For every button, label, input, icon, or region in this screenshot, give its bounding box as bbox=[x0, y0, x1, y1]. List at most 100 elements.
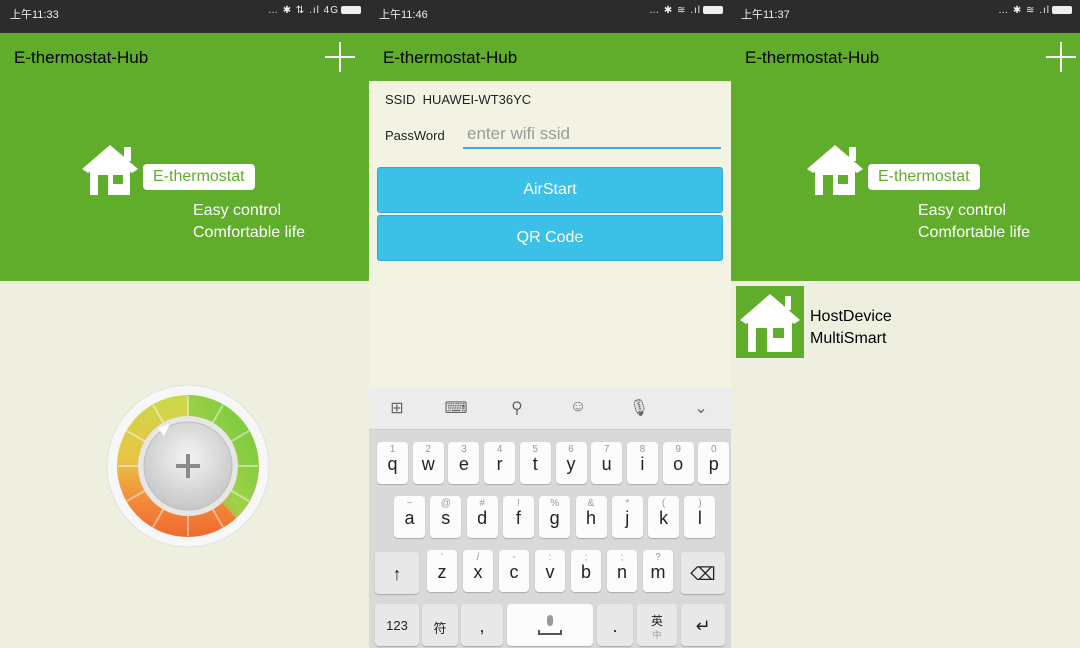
add-device-button[interactable] bbox=[1044, 40, 1078, 74]
comma-key[interactable]: , bbox=[461, 604, 503, 646]
password-label: PassWord bbox=[385, 128, 445, 143]
device-list-item[interactable]: HostDevice MultiSmart bbox=[736, 286, 1076, 358]
key-j[interactable]: * j bbox=[611, 496, 643, 538]
key-v[interactable]: :v bbox=[535, 550, 565, 592]
key-w[interactable]: 2w bbox=[412, 442, 444, 484]
key-r[interactable]: 4r bbox=[484, 442, 516, 484]
key-label: g bbox=[549, 508, 560, 528]
space-key[interactable] bbox=[507, 604, 593, 646]
ssid-row: SSID HUAWEI-WT36YC bbox=[385, 92, 531, 107]
thermostat-dial[interactable] bbox=[106, 384, 270, 548]
period-key-label: . bbox=[612, 616, 618, 636]
microphone-icon[interactable]: 🎙 bbox=[625, 398, 653, 418]
key-g[interactable]: % g bbox=[539, 496, 571, 538]
key-a[interactable]: ~ a bbox=[394, 496, 425, 538]
emoji-icon[interactable]: ☺ bbox=[564, 398, 592, 416]
slogan-line-1: Easy control bbox=[193, 202, 282, 219]
airstart-button[interactable]: AirStart bbox=[377, 167, 723, 213]
battery-icon bbox=[341, 6, 361, 15]
key-label: s bbox=[441, 508, 451, 528]
shift-key[interactable]: ↑ bbox=[375, 552, 419, 594]
key-b[interactable]: ; b bbox=[571, 550, 601, 592]
search-icon[interactable]: ⚲ bbox=[503, 398, 531, 418]
key-label: q bbox=[387, 454, 398, 474]
enter-icon: ↵ bbox=[695, 616, 711, 636]
home-screen: 上午11:33 … ✱ ⇅ .ıl 4G E-thermostat-Hub E-… bbox=[0, 0, 369, 648]
app-title: E-thermostat-Hub bbox=[383, 48, 518, 67]
status-time: 上午11:37 bbox=[741, 9, 790, 21]
status-time: 上午11:46 bbox=[379, 9, 428, 21]
backspace-icon: ⌫ bbox=[690, 564, 716, 584]
slogan-line-2: Comfortable life bbox=[918, 224, 1031, 241]
period-key[interactable]: . bbox=[597, 604, 633, 646]
key-label: d bbox=[477, 508, 488, 528]
enter-key[interactable]: ↵ bbox=[681, 604, 725, 646]
key-t[interactable]: 5t bbox=[519, 442, 551, 484]
language-key[interactable]: 英 中 bbox=[637, 604, 677, 646]
key-label: m bbox=[650, 562, 666, 582]
brand-banner: E-thermostat Easy control Comfortable li… bbox=[731, 81, 1080, 281]
key-o[interactable]: 9o bbox=[662, 442, 694, 484]
status-icons: … ✱ ⇅ .ıl 4G bbox=[268, 5, 361, 16]
add-device-button[interactable] bbox=[323, 40, 357, 74]
qrcode-button[interactable]: QR Code bbox=[377, 215, 723, 261]
signal-icons: … ✱ ≋ .ıl bbox=[649, 5, 701, 16]
key-q[interactable]: 1q bbox=[377, 442, 408, 484]
brand-badge: E-thermostat bbox=[143, 164, 255, 190]
key-i[interactable]: 8i bbox=[626, 442, 658, 484]
key-label: o bbox=[673, 454, 684, 474]
status-bar: 上午11:37 … ✱ ≋ .ıl bbox=[731, 0, 1080, 33]
key-s[interactable]: @ s bbox=[430, 496, 462, 538]
key-k[interactable]: (k bbox=[648, 496, 680, 538]
language-key-label: 英 bbox=[650, 614, 663, 628]
ssid-label: SSID bbox=[385, 92, 416, 107]
grid-menu-icon[interactable]: ⊞ bbox=[383, 398, 411, 418]
key-p[interactable]: 0p bbox=[698, 442, 730, 484]
key-label: l bbox=[697, 508, 702, 528]
numbers-key[interactable]: 123 bbox=[375, 604, 419, 646]
app-bar: E-thermostat-Hub bbox=[369, 33, 731, 81]
key-label: p bbox=[708, 454, 719, 474]
signal-icons: … ✱ ⇅ .ıl 4G bbox=[268, 5, 339, 16]
key-u[interactable]: 7u bbox=[591, 442, 623, 484]
key-label: h bbox=[585, 508, 596, 528]
ssid-value: HUAWEI-WT36YC bbox=[422, 92, 532, 107]
house-device-icon bbox=[736, 286, 804, 358]
key-z[interactable]: ' z bbox=[427, 550, 457, 592]
key-label: u bbox=[601, 454, 612, 474]
key-n[interactable]: ; n bbox=[607, 550, 637, 592]
backspace-key[interactable]: ⌫ bbox=[681, 552, 725, 594]
key-f[interactable]: ! f bbox=[502, 496, 534, 538]
slogan: Easy control Comfortable life bbox=[193, 200, 305, 244]
key-l[interactable]: ) l bbox=[684, 496, 716, 538]
key-m[interactable]: ? m bbox=[643, 550, 673, 592]
key-d[interactable]: # d bbox=[466, 496, 498, 538]
key-e[interactable]: 3e bbox=[448, 442, 480, 484]
device-name-line-1: HostDevice bbox=[810, 308, 892, 325]
keyboard-toolbar: ⊞ ⌨ ⚲ ☺ 🎙 ⌄ bbox=[369, 388, 731, 430]
key-x[interactable]: / x bbox=[463, 550, 493, 592]
key-label: t bbox=[532, 454, 538, 474]
status-bar: 上午11:46 … ✱ ≋ .ıl bbox=[369, 0, 731, 33]
key-c[interactable]: -c bbox=[499, 550, 529, 592]
language-key-sub: 中 bbox=[652, 630, 662, 640]
key-label: f bbox=[515, 508, 521, 528]
numbers-key-label: 123 bbox=[386, 618, 408, 633]
app-title: E-thermostat-Hub bbox=[14, 48, 149, 67]
key-label: i bbox=[640, 454, 645, 474]
brand-banner: E-thermostat Easy control Comfortable li… bbox=[0, 81, 369, 281]
slogan-line-2: Comfortable life bbox=[193, 224, 306, 241]
key-label: e bbox=[458, 454, 469, 474]
device-name: HostDevice MultiSmart bbox=[810, 306, 892, 350]
keyboard-layout-icon[interactable]: ⌨ bbox=[442, 398, 470, 418]
key-y[interactable]: 6y bbox=[555, 442, 587, 484]
shift-icon: ↑ bbox=[392, 564, 402, 584]
device-list-screen: 上午11:37 … ✱ ≋ .ıl E-thermostat-Hub E-the… bbox=[731, 0, 1080, 648]
brand-badge: E-thermostat bbox=[868, 164, 980, 190]
key-h[interactable]: & h bbox=[575, 496, 607, 538]
key-label: x bbox=[473, 562, 483, 582]
password-input[interactable] bbox=[463, 121, 721, 149]
symbols-key[interactable]: 符 bbox=[422, 604, 458, 646]
collapse-keyboard-icon[interactable]: ⌄ bbox=[687, 398, 715, 418]
microphone-icon bbox=[538, 615, 562, 635]
